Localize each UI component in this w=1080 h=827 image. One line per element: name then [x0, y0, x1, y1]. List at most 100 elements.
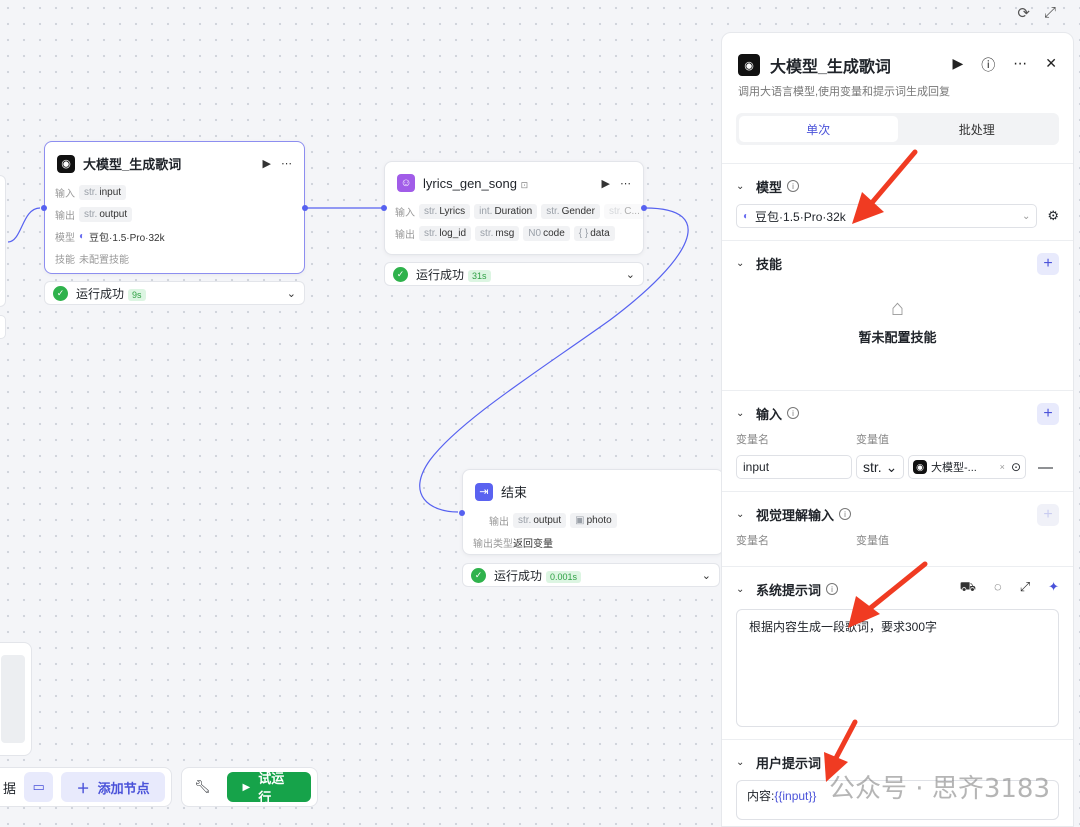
target-icon: ⊙ [1010, 460, 1021, 474]
collapse-icon[interactable]: ⌄ [736, 757, 748, 768]
output-port[interactable] [641, 205, 647, 211]
watermark: 公众号 · 思齐3183 [829, 774, 1050, 804]
lightbulb-icon[interactable]: ◌ [994, 579, 1002, 597]
var-type-select[interactable]: str. ⌄ [856, 455, 904, 479]
output-label: 输出 [489, 516, 509, 528]
tab-batch[interactable]: 批处理 [898, 116, 1057, 142]
node-end-status[interactable]: ✓ 运行成功 0.001s ⌄ [462, 563, 720, 587]
collapse-icon[interactable]: ⌄ [736, 258, 748, 269]
remove-input-icon[interactable]: — [1038, 459, 1053, 476]
system-prompt-textarea[interactable]: 根据内容生成一段歌词，要求300字 [736, 609, 1059, 727]
collapse-icon[interactable]: ⌄ [736, 509, 748, 520]
collapse-icon[interactable]: ⌄ [736, 181, 748, 192]
doubao-model-icon: ◐ [79, 230, 86, 242]
panel-title: 大模型_生成歌词 [770, 59, 891, 76]
input-port[interactable] [381, 205, 387, 211]
play-icon[interactable]: ▶ [263, 157, 271, 170]
more-icon[interactable]: ⋯ [620, 177, 631, 190]
output-port[interactable] [302, 205, 308, 211]
node-llm-status[interactable]: ✓ 运行成功 9s ⌄ [44, 281, 305, 305]
more-icon[interactable]: ⋯ [281, 157, 292, 170]
play-icon: ▶ [242, 781, 251, 793]
plugin-logo-icon: ☺ [397, 174, 415, 192]
output-var-chip: str. output [79, 206, 133, 222]
success-check-icon: ✓ [53, 285, 68, 301]
empty-box-icon: ⌂ [890, 295, 905, 320]
add-input-button[interactable]: + [1037, 403, 1059, 425]
play-icon[interactable]: ▶ [952, 55, 963, 75]
info-icon[interactable]: i [826, 756, 839, 768]
section-title: 输入 [756, 406, 783, 422]
var-ref-select[interactable]: ◉ 大模型-... × ⊙ [908, 455, 1026, 479]
node-lyrics-gen-song[interactable]: ☺ lyrics_gen_song ⊡ ▶ ⋯ 输入 str. Lyrics in… [381, 161, 647, 255]
ai-sparkle-icon[interactable]: ✦ [1048, 579, 1059, 597]
node-plugin-title: lyrics_gen_song ⊡ [423, 175, 529, 191]
test-run-button[interactable]: ▶ 试运行 [226, 771, 311, 805]
output-chip-log-id: str. log_id [419, 225, 472, 241]
node-llm-generate-lyrics[interactable]: ◉ 大模型_生成歌词 ▶ ⋯ 输入 str. input 输出 str. outpu… [41, 141, 308, 274]
canvas-top-icons: ⟳ ⤢ [1017, 4, 1056, 22]
info-icon[interactable]: i [787, 180, 800, 192]
more-icon[interactable]: ⋯ [1013, 55, 1027, 75]
toolbar-partial-label[interactable]: 据 [3, 778, 16, 797]
status-text: 运行成功 [494, 568, 543, 583]
var-name-input[interactable]: input [736, 455, 852, 479]
input-chip-more: str. C... [603, 203, 643, 219]
chevron-down-icon: ⌄ [885, 458, 898, 475]
add-node-button[interactable]: ＋添加节点 [61, 772, 165, 802]
comment-icon: ▭ [32, 779, 45, 794]
node-end[interactable]: ⇥ 结束 输出 str. output ▣ photo 输出类型 返回变量 [459, 469, 724, 555]
chevron-down-icon[interactable]: ⌄ [626, 268, 635, 281]
add-vision-input-button[interactable]: + [1037, 504, 1059, 526]
input-port[interactable] [459, 510, 465, 516]
node-config-panel: ◉ 大模型_生成歌词 ▶ ⓘ ⋯ ✕ 调用大语言模型,使用变量和提示词生成回复 … [721, 32, 1074, 827]
doubao-model-icon: ◐ [743, 210, 750, 222]
success-check-icon: ✓ [393, 266, 408, 282]
output-chip-data: { } data [573, 225, 615, 241]
play-icon[interactable]: ▶ [602, 177, 610, 190]
collapse-icon[interactable]: ⌄ [736, 584, 748, 595]
col-var-value: 变量值 [856, 434, 889, 446]
wrench-icon[interactable]: 🔧︎ [194, 779, 211, 795]
tab-single[interactable]: 单次 [739, 116, 898, 142]
refresh-icon[interactable]: ⟳ [1017, 4, 1030, 22]
doubao-logo-icon: ◉ [913, 460, 927, 474]
model-select[interactable]: ◐ 豆包·1.5·Pro·32k ⌄ [736, 204, 1038, 228]
fullscreen-icon[interactable]: ⤢ [1044, 4, 1056, 22]
status-text: 运行成功 [76, 286, 125, 301]
input-port[interactable] [41, 205, 47, 211]
vision-input-section: ⌄ 视觉理解输入 i + 变量名 变量值 [722, 491, 1073, 566]
node-plugin-status[interactable]: ✓ 运行成功 31s ⌄ [384, 262, 644, 286]
comment-button[interactable]: ▭ [24, 772, 54, 802]
collapse-icon[interactable]: ⌄ [736, 408, 748, 419]
output-type-value: 返回变量 [513, 538, 553, 550]
duration-badge: 0.001s [546, 570, 582, 583]
run-toolbar: 🔧︎ ▶ 试运行 [181, 767, 318, 807]
chevron-down-icon[interactable]: ⌄ [702, 569, 711, 582]
partial-minimap [0, 642, 32, 756]
add-skill-button[interactable]: + [1037, 253, 1059, 275]
duration-badge: 31s [468, 269, 491, 282]
skill-value: 未配置技能 [79, 254, 129, 266]
output-chip-msg: str. msg [475, 225, 520, 241]
model-settings-gear-icon[interactable]: ⚙ [1047, 208, 1059, 224]
input-chip-duration: int. Duration [474, 203, 538, 219]
expand-icon[interactable]: ⤢ [1020, 579, 1030, 597]
prompt-library-icon[interactable]: ⛟ [960, 579, 976, 597]
input-chip-lyrics: str. Lyrics [419, 203, 471, 219]
chevron-down-icon[interactable]: ⌄ [287, 287, 296, 300]
output-label: 输出 [55, 210, 75, 222]
model-label: 模型 [55, 232, 75, 244]
output-type-label: 输出类型 [473, 538, 513, 550]
close-icon[interactable]: ✕ [1045, 55, 1057, 75]
info-icon[interactable]: i [787, 407, 800, 419]
info-icon[interactable]: i [826, 583, 839, 595]
end-logo-icon: ⇥ [475, 482, 493, 501]
help-icon[interactable]: ⓘ [981, 55, 995, 75]
partial-start-node[interactable] [0, 175, 6, 307]
duration-badge: 9s [128, 288, 146, 301]
plus-icon: ＋ [76, 780, 90, 796]
output-chip-photo: ▣ photo [570, 512, 617, 528]
section-title: 用户提示词 [756, 755, 822, 771]
info-icon[interactable]: i [839, 508, 852, 520]
